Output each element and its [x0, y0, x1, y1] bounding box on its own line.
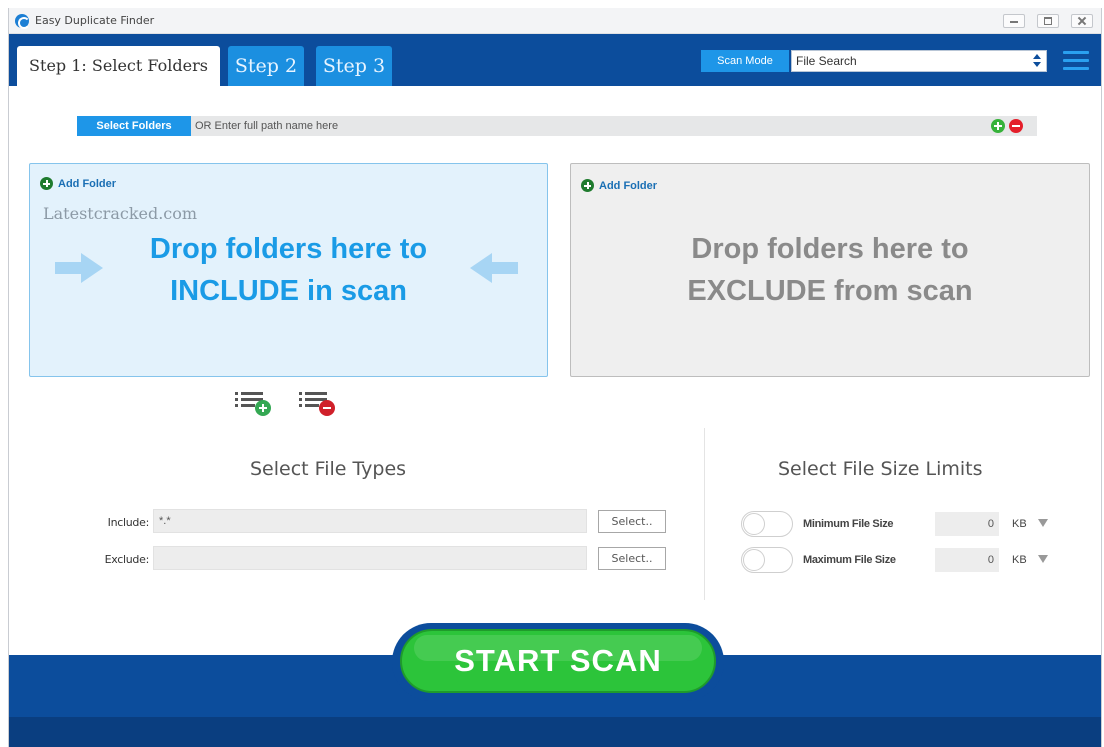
exclude-add-folder-button[interactable]: Add Folder: [581, 178, 657, 194]
select-arrows-icon: [1033, 54, 1041, 68]
include-drop-text: Drop folders here to INCLUDE in scan: [30, 228, 547, 312]
close-icon: [1078, 17, 1086, 25]
minimize-icon: [1010, 17, 1018, 23]
include-types-input[interactable]: [153, 509, 587, 533]
select-folders-button[interactable]: Select Folders: [77, 116, 191, 136]
menu-button[interactable]: [1063, 51, 1089, 71]
minimize-button[interactable]: [1003, 14, 1025, 28]
footer-bottom-strip: [9, 717, 1101, 747]
app-window: Easy Duplicate Finder Step 1: Select Fol…: [8, 8, 1102, 747]
max-size-unit[interactable]: KB: [1012, 554, 1027, 566]
exclude-add-folder-label: Add Folder: [599, 180, 658, 192]
list-add-icon: [255, 400, 271, 416]
menu-icon: [1063, 51, 1089, 54]
maximize-button[interactable]: [1037, 14, 1059, 28]
include-drop-line-1: Drop folders here to: [149, 233, 428, 265]
tab-step-3[interactable]: Step 3: [316, 46, 392, 86]
app-logo-icon: [15, 14, 30, 29]
remove-list-button[interactable]: [299, 390, 337, 416]
add-list-button[interactable]: [235, 390, 273, 416]
remove-path-icon[interactable]: [1009, 119, 1023, 133]
exclude-drop-line-2: EXCLUDE from scan: [687, 275, 973, 307]
tab-step-2[interactable]: Step 2: [228, 46, 304, 86]
min-size-toggle[interactable]: [741, 511, 793, 537]
exclude-drop-line-1: Drop folders here to: [691, 233, 969, 265]
title-bar: Easy Duplicate Finder: [9, 8, 1101, 34]
file-types-title: Select File Types: [250, 458, 407, 480]
close-button[interactable]: [1071, 14, 1093, 28]
max-unit-dropdown-icon[interactable]: [1038, 555, 1048, 563]
path-bar: Select Folders: [77, 116, 1037, 136]
section-divider: [704, 428, 705, 600]
min-size-input[interactable]: [935, 512, 999, 536]
scan-mode-value: File Search: [796, 54, 857, 68]
max-size-toggle[interactable]: [741, 547, 793, 573]
start-scan-button[interactable]: START SCAN: [400, 629, 716, 693]
plus-circle-icon: [40, 177, 53, 190]
min-unit-dropdown-icon[interactable]: [1038, 519, 1048, 527]
max-size-input[interactable]: [935, 548, 999, 572]
include-drop-zone[interactable]: Add Folder Latestcracked.com Drop folder…: [29, 163, 548, 377]
path-input[interactable]: [195, 116, 975, 136]
exclude-types-label: Exclude:: [104, 553, 150, 566]
scan-mode-select[interactable]: File Search: [791, 50, 1047, 72]
exclude-select-button[interactable]: Select..: [598, 547, 666, 570]
plus-circle-icon: [581, 179, 594, 192]
include-drop-line-2: INCLUDE in scan: [170, 275, 407, 307]
maximize-icon: [1044, 17, 1052, 25]
add-path-icon[interactable]: [991, 119, 1005, 133]
exclude-drop-zone[interactable]: Add Folder Drop folders here to EXCLUDE …: [570, 163, 1090, 377]
watermark-text: Latestcracked.com: [43, 204, 198, 223]
file-size-title: Select File Size Limits: [778, 458, 983, 480]
min-size-label: Minimum File Size: [803, 518, 894, 530]
include-types-label: Include:: [107, 516, 150, 529]
min-size-unit[interactable]: KB: [1012, 518, 1027, 530]
header-bar: Step 1: Select Folders Step 2 Step 3 Sca…: [9, 34, 1101, 86]
exclude-drop-text: Drop folders here to EXCLUDE from scan: [571, 228, 1089, 312]
max-size-label: Maximum File Size: [803, 554, 896, 566]
exclude-types-input[interactable]: [153, 546, 587, 570]
include-add-folder-button[interactable]: Add Folder: [40, 176, 116, 192]
include-select-button[interactable]: Select..: [598, 510, 666, 533]
window-title: Easy Duplicate Finder: [35, 14, 155, 27]
list-remove-icon: [319, 400, 335, 416]
scan-mode-label: Scan Mode: [701, 50, 789, 72]
include-add-folder-label: Add Folder: [58, 178, 117, 190]
tab-step-1[interactable]: Step 1: Select Folders: [17, 46, 220, 86]
